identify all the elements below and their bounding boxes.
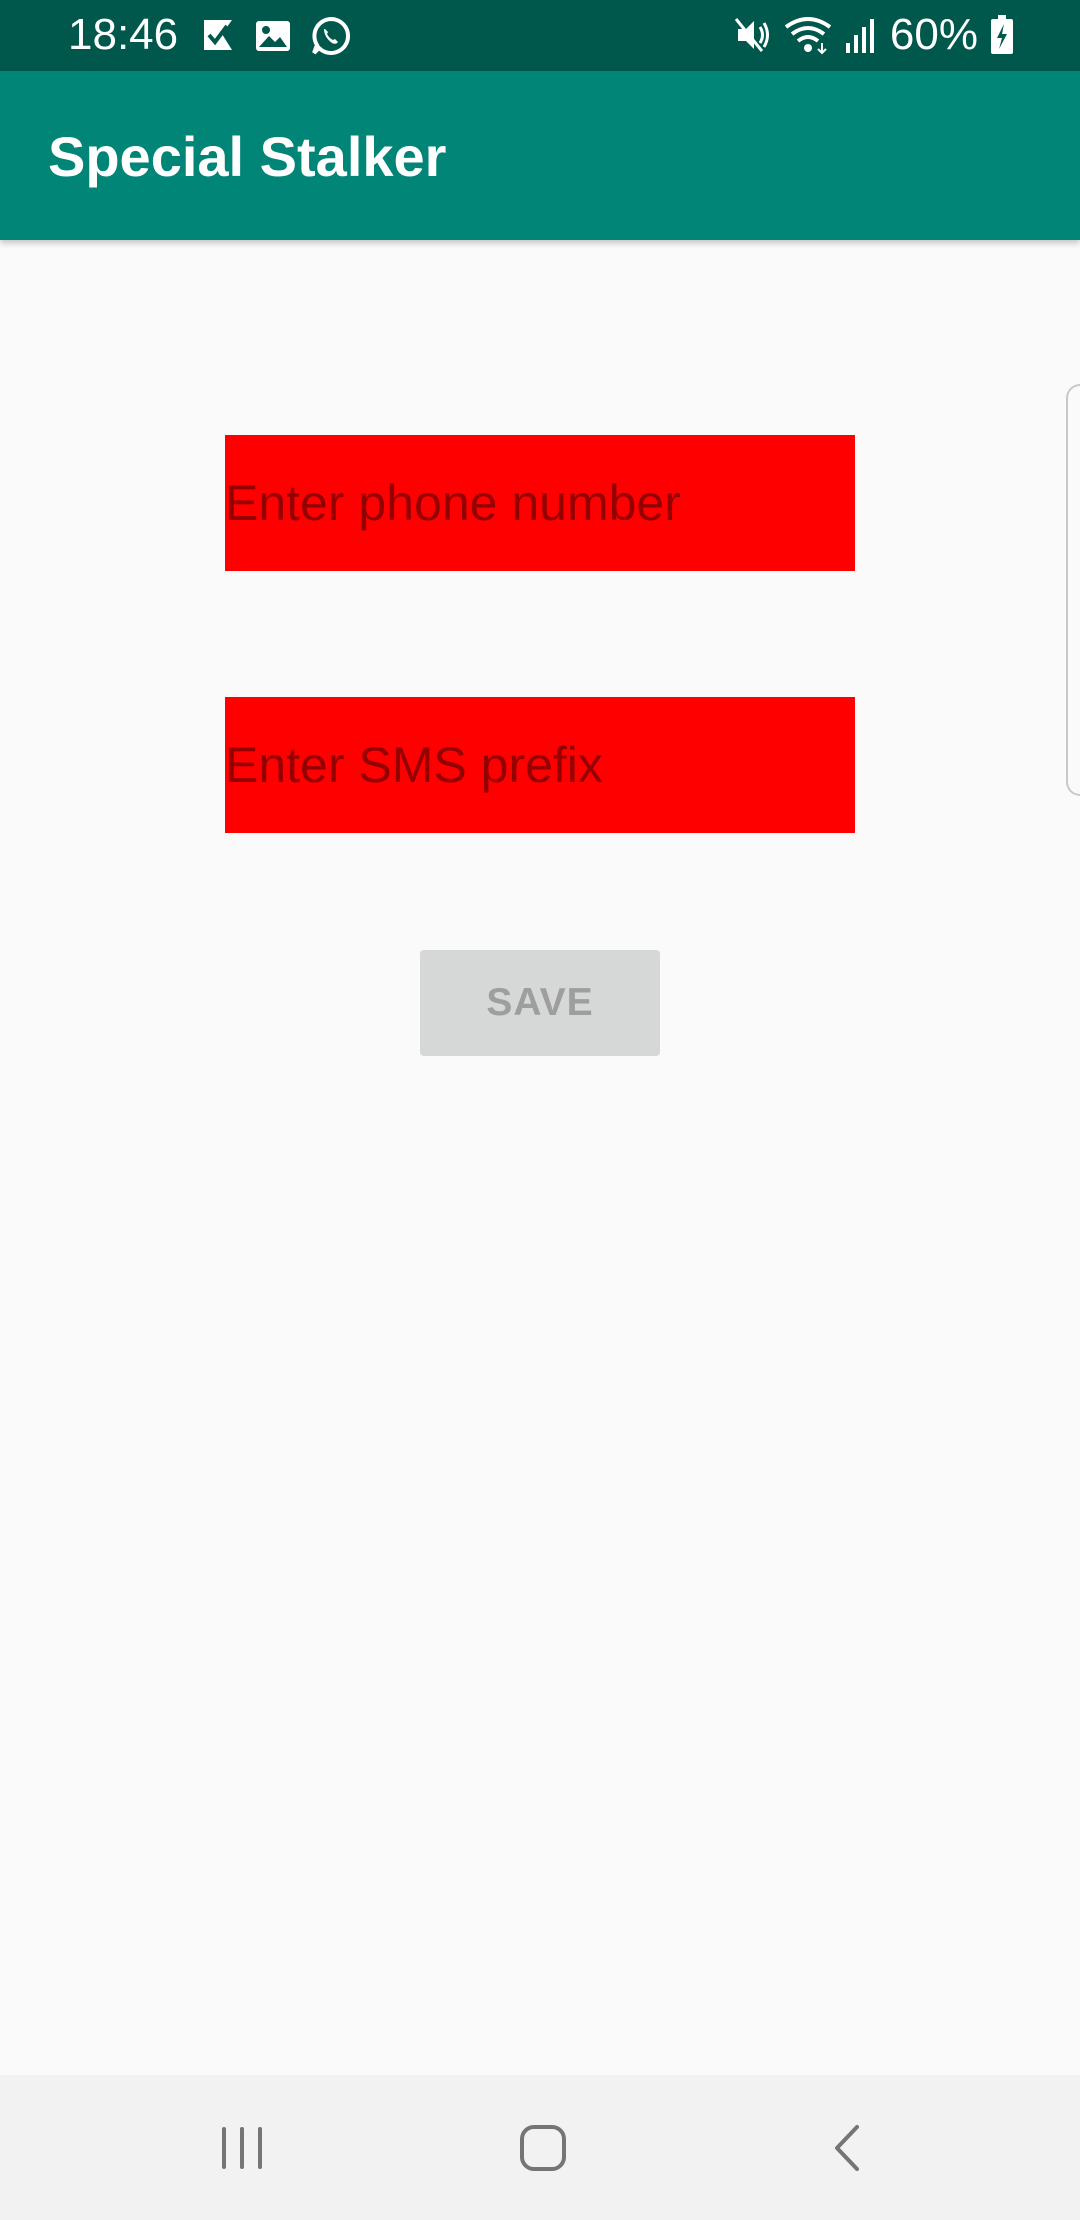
notification-icons <box>200 14 352 58</box>
back-button[interactable] <box>746 2075 946 2220</box>
phone-number-input[interactable] <box>225 435 855 571</box>
whatsapp-icon <box>310 15 352 57</box>
signal-icon <box>844 15 878 55</box>
app-title: Special Stalker <box>48 125 447 188</box>
status-time: 18:46 <box>68 10 179 59</box>
edge-panel-handle[interactable] <box>1066 384 1080 796</box>
app-screen: 18:46 60% Special Stalker Enter phone nu… <box>0 0 1080 2220</box>
home-button[interactable] <box>443 2075 643 2220</box>
wifi-icon <box>784 15 832 55</box>
recents-icon <box>219 2125 265 2171</box>
save-button[interactable]: SAVE <box>420 950 660 1056</box>
navigation-bar <box>0 2075 1080 2220</box>
recents-button[interactable] <box>142 2075 342 2220</box>
battery-percent: 60% <box>889 10 978 59</box>
status-right-icons: 60% <box>732 10 1014 60</box>
gallery-icon <box>254 18 292 54</box>
home-icon <box>518 2123 568 2173</box>
app-bar: Special Stalker <box>0 71 1080 240</box>
check-flag-icon <box>200 16 236 56</box>
battery-charging-icon <box>990 14 1014 56</box>
sms-prefix-input[interactable] <box>225 697 855 833</box>
back-icon <box>829 2123 863 2173</box>
mute-icon <box>732 15 772 55</box>
status-bar: 18:46 60% <box>0 0 1080 71</box>
